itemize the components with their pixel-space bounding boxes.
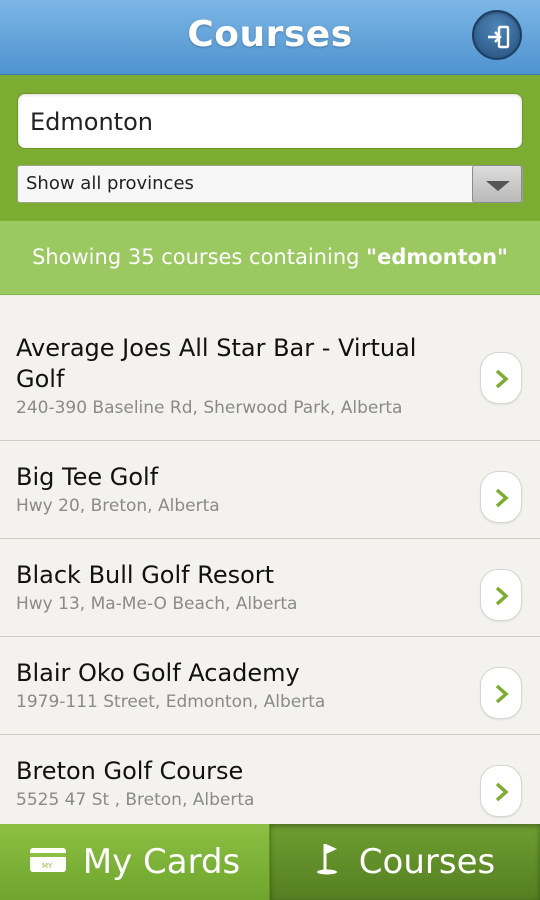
tab-courses-label: Courses [358,842,496,882]
course-detail-button[interactable] [480,352,522,404]
results-summary-prefix: Showing 35 courses containing [32,245,367,269]
chevron-right-icon [495,782,509,802]
tab-courses[interactable]: Courses [270,824,540,900]
course-list-item[interactable]: Big Tee Golf Hwy 20, Breton, Alberta [0,441,540,539]
results-summary-text: Showing 35 courses containing "edmonton" [0,221,540,293]
course-list-item[interactable]: Black Bull Golf Resort Hwy 13, Ma-Me-O B… [0,539,540,637]
logout-icon [488,25,510,49]
course-detail-button[interactable] [480,569,522,621]
results-summary: Showing 35 courses containing "edmonton" [0,221,540,295]
course-name: Blair Oko Golf Academy [16,659,300,687]
bottom-tab-bar: MY My Cards Courses [0,824,540,900]
course-detail-button[interactable] [480,765,522,817]
course-name: Black Bull Golf Resort [16,561,275,589]
chevron-right-icon [495,488,509,508]
golf-flag-icon [315,841,343,884]
logout-button[interactable] [472,10,522,60]
chevron-right-icon [495,684,509,704]
course-list[interactable]: Average Joes All Star Bar - Virtual Golf… [0,296,540,824]
svg-text:MY: MY [42,862,53,870]
course-list-item[interactable]: Breton Golf Course 5525 47 St , Breton, … [0,735,540,824]
course-address: 1979-111 Street, Edmonton, Alberta [16,692,326,712]
course-detail-button[interactable] [480,471,522,523]
tab-my-cards-label: My Cards [82,842,241,882]
app-header: Courses [0,0,540,75]
course-address: 240-390 Baseline Rd, Sherwood Park, Albe… [16,398,403,418]
course-list-item[interactable]: Average Joes All Star Bar - Virtual Golf… [0,296,540,441]
chevron-right-icon [495,369,509,389]
search-input[interactable]: Edmonton [17,93,523,149]
course-address: Hwy 13, Ma-Me-O Beach, Alberta [16,594,298,614]
course-address: Hwy 20, Breton, Alberta [16,496,220,516]
results-summary-query: "edmonton" [366,245,508,269]
chevron-down-icon [486,181,510,191]
card-icon: MY [29,842,67,882]
province-select-value: Show all provinces [26,173,194,194]
course-detail-button[interactable] [480,667,522,719]
province-dropdown-button[interactable] [472,165,522,203]
province-select[interactable]: Show all provinces [17,165,523,203]
course-address: 5525 47 St , Breton, Alberta [16,790,255,810]
page-title: Courses [187,14,353,55]
course-name: Big Tee Golf [16,463,159,491]
course-name: Average Joes All Star Bar - Virtual Golf [16,334,417,393]
tab-my-cards[interactable]: MY My Cards [0,824,270,900]
course-list-item[interactable]: Blair Oko Golf Academy 1979-111 Street, … [0,637,540,735]
course-name: Breton Golf Course [16,757,244,785]
search-panel: Edmonton Show all provinces [0,75,540,221]
chevron-right-icon [495,586,509,606]
